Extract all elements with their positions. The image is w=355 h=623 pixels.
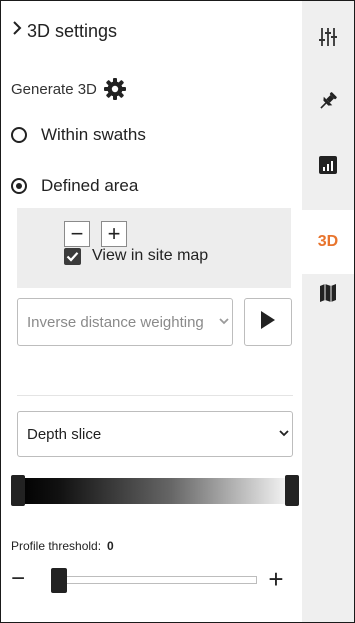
settings-panel: 3D settings Generate 3D Within swaths De… [1,1,302,622]
minus-icon: − [70,221,84,246]
gradient-max-handle[interactable] [285,475,299,506]
chevron-down-icon [276,429,292,440]
radio-within-swaths[interactable]: Within swaths [11,125,146,145]
profile-threshold-label: Profile threshold: 0 [11,539,114,553]
generate-3d-row: Generate 3D [11,77,127,101]
area-plus-button[interactable]: + [101,221,127,247]
gradient-min-handle[interactable] [11,475,25,506]
settings-window: 3D settings Generate 3D Within swaths De… [0,0,355,623]
threshold-slider-thumb[interactable] [51,568,67,593]
section-title: 3D settings [27,20,118,41]
threshold-slider-track[interactable] [61,576,257,584]
map-icon [319,283,337,308]
checkmark-icon[interactable] [64,247,81,265]
toolbar-pin-button[interactable] [302,71,354,135]
radio-button[interactable] [11,127,27,143]
side-toolbar: 3D [302,1,354,622]
toolbar-chart-button[interactable] [302,135,354,199]
profile-threshold-value: 0 [107,539,114,553]
play-icon [260,310,276,335]
display-mode-select[interactable]: Depth slice [17,411,293,457]
radio-label: Defined area [41,176,139,195]
play-button[interactable] [244,298,292,346]
sliders-icon [318,27,338,52]
radio-button-selected[interactable] [11,178,27,194]
chevron-right-icon [11,19,25,43]
3d-label: 3D [317,233,339,250]
interpolation-value: Inverse distance weighting [27,313,204,331]
radio-defined-area[interactable]: Defined area [11,176,138,196]
area-minus-button[interactable]: − [64,221,90,247]
chevron-down-icon [216,317,232,328]
bar-chart-icon [318,155,338,180]
toolbar-map-button[interactable] [302,263,354,327]
color-gradient-bar [17,478,297,504]
checkbox-label: View in site map [92,247,209,264]
view-in-site-map-checkbox[interactable]: View in site map [64,247,208,265]
toolbar-settings-button[interactable] [302,7,354,71]
plus-icon: + [107,221,121,246]
minus-icon: − [11,565,26,592]
display-mode-value: Depth slice [27,425,102,443]
radio-label: Within swaths [41,125,146,144]
plus-icon: + [268,564,284,594]
generate-3d-label: Generate 3D [11,80,97,98]
settings-header[interactable]: 3D settings [11,19,117,43]
section-divider [17,395,293,396]
threshold-minus-button[interactable]: − [11,567,41,591]
profile-threshold-text: Profile threshold: [11,539,102,553]
gear-icon[interactable] [103,77,127,101]
pin-icon [317,90,339,117]
interpolation-select[interactable]: Inverse distance weighting [17,298,233,346]
threshold-plus-button[interactable]: + [263,566,289,592]
